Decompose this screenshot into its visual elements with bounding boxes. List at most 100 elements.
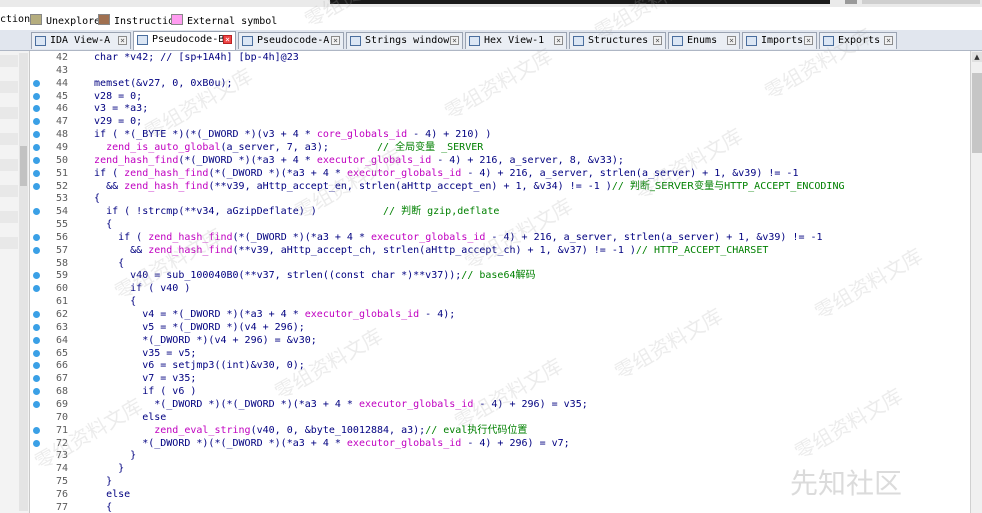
code-line[interactable]: 72 *(_DWORD *)(*(_DWORD *)(*a3 + 4 * exe… (30, 437, 970, 450)
code-line[interactable]: 43 (30, 64, 970, 77)
breakpoint-dot-icon[interactable] (33, 233, 40, 241)
code-line[interactable]: 59 v40 = sub_100040B0(**v37, strlen((con… (30, 269, 970, 282)
tab-pseudocode-b[interactable]: Pseudocode-B × (133, 31, 236, 50)
code-line[interactable]: 66 v6 = setjmp3((int)&v30, 0); (30, 359, 970, 372)
breakpoint-dot-icon[interactable] (33, 400, 40, 408)
navigation-band[interactable] (330, 0, 830, 4)
breakpoint-dot-icon[interactable] (33, 105, 40, 113)
code-token: - 4) + 216, a_server, 8, &v33); (431, 154, 624, 166)
left-pane-row[interactable] (0, 185, 18, 197)
breakpoint-dot-icon[interactable] (33, 336, 40, 344)
tab-structures[interactable]: Structures × (569, 32, 666, 49)
breakpoint-dot-icon[interactable] (33, 375, 40, 383)
line-number: 59 (55, 270, 68, 282)
close-tab-icon[interactable]: × (884, 36, 893, 45)
code-line[interactable]: 53 { (30, 192, 970, 205)
code-token: - 4) + 296) = v7; (461, 437, 570, 449)
close-tab-icon[interactable]: × (653, 36, 662, 45)
breakpoint-dot-icon[interactable] (33, 246, 40, 254)
left-pane-row[interactable] (0, 55, 18, 67)
breakpoint-dot-icon[interactable] (33, 272, 40, 280)
tab-label: Enums (687, 35, 718, 46)
code-line[interactable]: 42 char *v42; // [sp+1A4h] [bp-4h]@23 (30, 51, 970, 64)
breakpoint-dot-icon[interactable] (33, 323, 40, 331)
left-pane-row[interactable] (0, 133, 18, 145)
code-line[interactable]: 57 && zend_hash_find(**v39, aHttp_accept… (30, 244, 970, 257)
close-tab-icon[interactable]: × (331, 36, 340, 45)
code-line[interactable]: 52 && zend_hash_find(**v39, aHttp_accept… (30, 180, 970, 193)
breakpoint-dot-icon[interactable] (33, 388, 40, 396)
breakpoint-dot-icon[interactable] (33, 182, 40, 190)
close-tab-icon[interactable]: × (450, 36, 459, 45)
breakpoint-dot-icon[interactable] (33, 131, 40, 139)
breakpoint-dot-icon[interactable] (33, 362, 40, 370)
close-tab-icon[interactable]: × (118, 36, 127, 45)
code-line[interactable]: 65 v35 = v5; (30, 347, 970, 360)
tab-enums[interactable]: Enums × (668, 32, 740, 49)
code-line[interactable]: 44 memset(&v27, 0, 0xB0u); (30, 77, 970, 90)
tab-pseudocode-a[interactable]: Pseudocode-A × (238, 32, 344, 49)
code-line[interactable]: 45 v28 = 0; (30, 90, 970, 103)
left-pane-row[interactable] (0, 107, 18, 119)
code-line[interactable]: 69 *(_DWORD *)(*(_DWORD *)(*a3 + 4 * exe… (30, 398, 970, 411)
breakpoint-dot-icon[interactable] (33, 349, 40, 357)
code-line[interactable]: 54 if ( !strcmp(**v34, aGzipDeflate) ) /… (30, 205, 970, 218)
code-line[interactable]: 70 else (30, 411, 970, 424)
breakpoint-dot-icon[interactable] (33, 79, 40, 87)
tab-ida-view-a[interactable]: IDA View-A × (31, 32, 131, 49)
code-line[interactable]: 68 if ( v6 ) (30, 385, 970, 398)
left-pane-row[interactable] (0, 211, 18, 223)
code-line[interactable]: 62 v4 = *(_DWORD *)(*a3 + 4 * executor_g… (30, 308, 970, 321)
breakpoint-dot-icon[interactable] (33, 311, 40, 318)
left-pane-row[interactable] (0, 159, 18, 171)
code-line[interactable]: 73 } (30, 449, 970, 462)
code-line[interactable]: 64 *(_DWORD *)(v4 + 296) = &v30; (30, 334, 970, 347)
code-line[interactable]: 71 zend_eval_string(v40, 0, &byte_100128… (30, 424, 970, 437)
code-token: - 4) + 296) = v35; (473, 398, 588, 410)
code-token: (*(_DWORD *)(*a3 + 4 * (232, 231, 372, 243)
pseudocode-view[interactable]: 42 char *v42; // [sp+1A4h] [bp-4h]@23 43 4… (30, 51, 970, 513)
code-line[interactable]: 46 v3 = *a3; (30, 102, 970, 115)
scroll-thumb[interactable] (972, 73, 982, 153)
tab-strings-window[interactable]: Strings window × (346, 32, 463, 49)
code-line[interactable]: 50 zend_hash_find(*(_DWORD *)(*a3 + 4 * … (30, 154, 970, 167)
line-number: 66 (55, 360, 68, 372)
code-line[interactable]: 51 if ( zend_hash_find(*(_DWORD *)(*a3 +… (30, 167, 970, 180)
code-line[interactable]: 58 { (30, 257, 970, 270)
code-line[interactable]: 55 { (30, 218, 970, 231)
line-number: 42 (55, 52, 68, 63)
code-line[interactable]: 61 { (30, 295, 970, 308)
close-tab-icon[interactable]: × (727, 36, 736, 45)
left-pane-row[interactable] (0, 237, 18, 249)
close-tab-icon[interactable]: × (223, 35, 232, 44)
tab-imports[interactable]: Imports × (742, 32, 817, 49)
breakpoint-dot-icon[interactable] (33, 169, 40, 177)
breakpoint-dot-icon[interactable] (33, 426, 40, 434)
code-line[interactable]: 47 v29 = 0; (30, 115, 970, 128)
code-line[interactable]: 60 if ( v40 ) (30, 282, 970, 295)
close-tab-icon[interactable]: × (804, 36, 813, 45)
code-token: v6 = setjmp3((int)&v30, 0); (82, 360, 305, 372)
breakpoint-dot-icon[interactable] (33, 208, 40, 216)
tab-exports[interactable]: Exports × (819, 32, 897, 49)
left-pane-row[interactable] (0, 81, 18, 93)
left-pane-scroll-thumb[interactable] (20, 146, 27, 186)
breakpoint-dot-icon[interactable] (33, 439, 40, 447)
breakpoint-dot-icon[interactable] (33, 92, 40, 100)
breakpoint-dot-icon[interactable] (33, 285, 40, 293)
close-tab-icon[interactable]: × (554, 36, 563, 45)
code-line[interactable]: 67 v7 = v35; (30, 372, 970, 385)
tab-hex-view-1[interactable]: Hex View-1 × (465, 32, 567, 49)
left-pane-scrollbar[interactable] (19, 53, 28, 511)
scroll-up-arrow-icon[interactable]: ▲ (972, 52, 982, 62)
code-token: *(_DWORD *)(v4 + 296) = &v30; (82, 334, 317, 346)
code-line[interactable]: 77 { (30, 501, 970, 513)
vertical-scrollbar[interactable]: ▲ (970, 51, 982, 513)
breakpoint-dot-icon[interactable] (33, 156, 40, 164)
code-line[interactable]: 48 if ( *(_BYTE *)(*(_DWORD *)(v3 + 4 * … (30, 128, 970, 141)
code-line[interactable]: 56 if ( zend_hash_find(*(_DWORD *)(*a3 +… (30, 231, 970, 244)
breakpoint-dot-icon[interactable] (33, 143, 40, 151)
code-line[interactable]: 49 zend_is_auto_global(a_server, 7, a3);… (30, 141, 970, 154)
code-line[interactable]: 63 v5 = *(_DWORD *)(v4 + 296); (30, 321, 970, 334)
breakpoint-dot-icon[interactable] (33, 118, 40, 126)
